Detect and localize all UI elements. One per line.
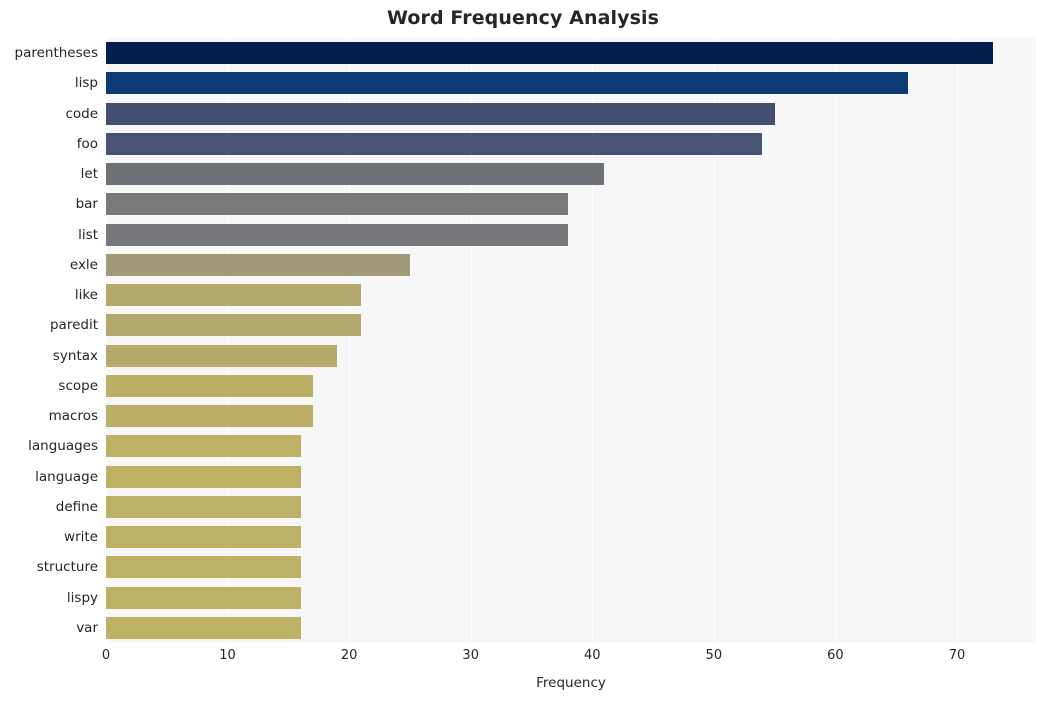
y-tick-label: var xyxy=(76,619,98,636)
bar xyxy=(106,223,568,246)
y-tick-label: code xyxy=(65,105,98,122)
bar xyxy=(106,102,775,125)
y-axis-tick-labels: parentheses lisp code foo let bar list exle like… xyxy=(0,38,99,643)
y-tick-label: lisp xyxy=(74,75,98,92)
y-tick-label: language xyxy=(35,468,98,485)
bar xyxy=(106,72,909,95)
y-tick-label: parentheses xyxy=(14,45,99,62)
x-tick-label: 20 xyxy=(340,648,358,663)
bar xyxy=(106,314,362,337)
x-axis-tick-labels: 0 10 20 30 40 50 60 70 xyxy=(102,648,1036,668)
bar xyxy=(106,42,994,65)
y-tick-label: let xyxy=(80,166,98,183)
x-tick-label: 0 xyxy=(101,648,111,663)
bar xyxy=(106,132,763,155)
x-axis-title: Frequency xyxy=(536,675,606,691)
bar xyxy=(106,586,301,609)
y-tick-label: lispy xyxy=(66,589,98,606)
y-tick-label: paredit xyxy=(49,317,98,334)
bar xyxy=(106,163,605,186)
bar xyxy=(106,284,362,307)
x-tick-label: 30 xyxy=(462,648,479,663)
x-tick-label: 60 xyxy=(827,648,844,663)
y-tick-label: languages xyxy=(28,438,98,455)
bar xyxy=(106,344,337,367)
bar xyxy=(106,526,301,549)
y-tick-label: structure xyxy=(36,559,98,576)
y-tick-label: macros xyxy=(48,408,98,425)
bar xyxy=(106,556,301,579)
y-tick-label: syntax xyxy=(52,347,98,364)
x-tick-label: 50 xyxy=(705,648,723,663)
y-tick-label: define xyxy=(55,498,98,515)
y-tick-label: exle xyxy=(69,256,98,273)
bar xyxy=(106,253,410,276)
chart-title: Word Frequency Analysis xyxy=(386,7,660,29)
plot-area xyxy=(106,38,1036,643)
bar xyxy=(106,616,301,639)
x-tick-label: 10 xyxy=(219,648,236,663)
bar xyxy=(106,374,313,397)
bar xyxy=(106,405,313,428)
y-tick-label: like xyxy=(74,287,98,304)
bar xyxy=(106,435,301,458)
bar xyxy=(106,495,301,518)
y-tick-label: bar xyxy=(75,196,98,213)
y-tick-label: scope xyxy=(58,377,98,394)
y-tick-label: foo xyxy=(76,135,98,152)
y-tick-label: list xyxy=(78,226,98,243)
bar xyxy=(106,465,301,488)
chart-figure: Word Frequency Analysis parentheses lisp c… xyxy=(0,0,1046,701)
x-tick-label: 70 xyxy=(948,648,966,663)
bars-layer xyxy=(106,38,1036,643)
y-tick-label: write xyxy=(64,529,98,546)
bar xyxy=(106,193,568,216)
x-tick-label: 40 xyxy=(583,648,601,663)
